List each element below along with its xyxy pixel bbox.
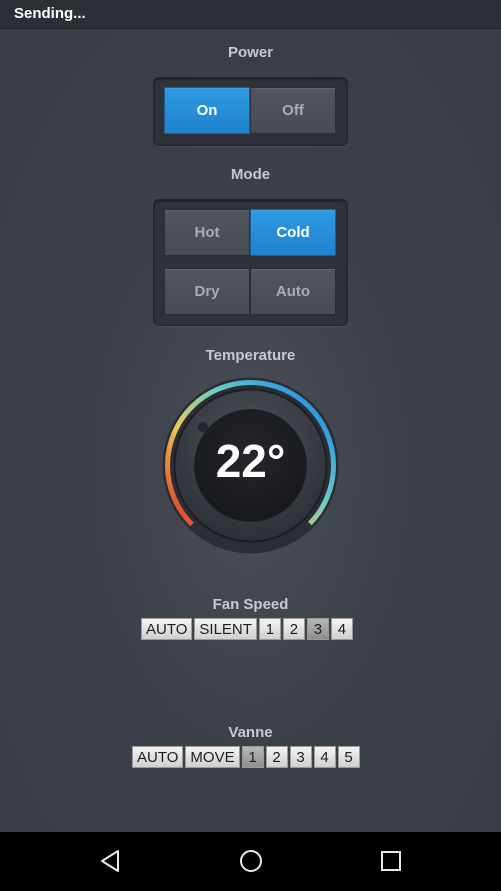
fan-speed-4[interactable]: 4 (330, 618, 353, 640)
mode-segmented-control: Hot Cold Dry Auto (153, 199, 348, 326)
vanne-5[interactable]: 5 (337, 746, 360, 768)
vanne-selector: AUTO MOVE 1 2 3 4 5 (132, 746, 360, 768)
fan-speed-auto[interactable]: AUTO (141, 618, 193, 640)
fan-speed-silent[interactable]: SILENT (194, 618, 257, 640)
temperature-value: 22° (215, 435, 286, 487)
fan-speed-1[interactable]: 1 (258, 618, 281, 640)
power-on-button[interactable]: On (164, 87, 250, 134)
mode-dry-button[interactable]: Dry (164, 268, 250, 315)
fan-speed-3[interactable]: 3 (306, 618, 329, 640)
temperature-label: Temperature (205, 347, 296, 364)
dial-indicator (198, 422, 208, 432)
fan-speed-label: Fan Speed (212, 596, 289, 613)
status-bar: Sending... (0, 0, 501, 29)
home-icon[interactable] (239, 849, 263, 873)
navigation-bar (0, 832, 501, 891)
power-segmented-control: On Off (153, 77, 348, 146)
fan-speed-selector: AUTO SILENT 1 2 3 4 (141, 618, 353, 640)
mode-label: Mode (230, 166, 271, 183)
vanne-label: Vanne (228, 724, 273, 741)
mode-cold-button[interactable]: Cold (250, 209, 336, 256)
vanne-3[interactable]: 3 (289, 746, 312, 768)
back-icon[interactable] (99, 849, 121, 873)
fan-speed-2[interactable]: 2 (282, 618, 305, 640)
vanne-2[interactable]: 2 (265, 746, 288, 768)
vanne-auto[interactable]: AUTO (132, 746, 184, 768)
status-text: Sending... (14, 5, 86, 22)
vanne-move[interactable]: MOVE (185, 746, 240, 768)
vanne-1[interactable]: 1 (241, 746, 264, 768)
power-label: Power (227, 44, 273, 61)
mode-hot-button[interactable]: Hot (164, 209, 250, 256)
temperature-dial[interactable]: 22° (160, 375, 341, 556)
power-off-button[interactable]: Off (250, 87, 336, 134)
recents-icon[interactable] (380, 849, 402, 873)
mode-auto-button[interactable]: Auto (250, 268, 336, 315)
control-panel: Power On Off Mode Hot Cold Dry Auto Temp… (0, 29, 501, 832)
vanne-4[interactable]: 4 (313, 746, 336, 768)
